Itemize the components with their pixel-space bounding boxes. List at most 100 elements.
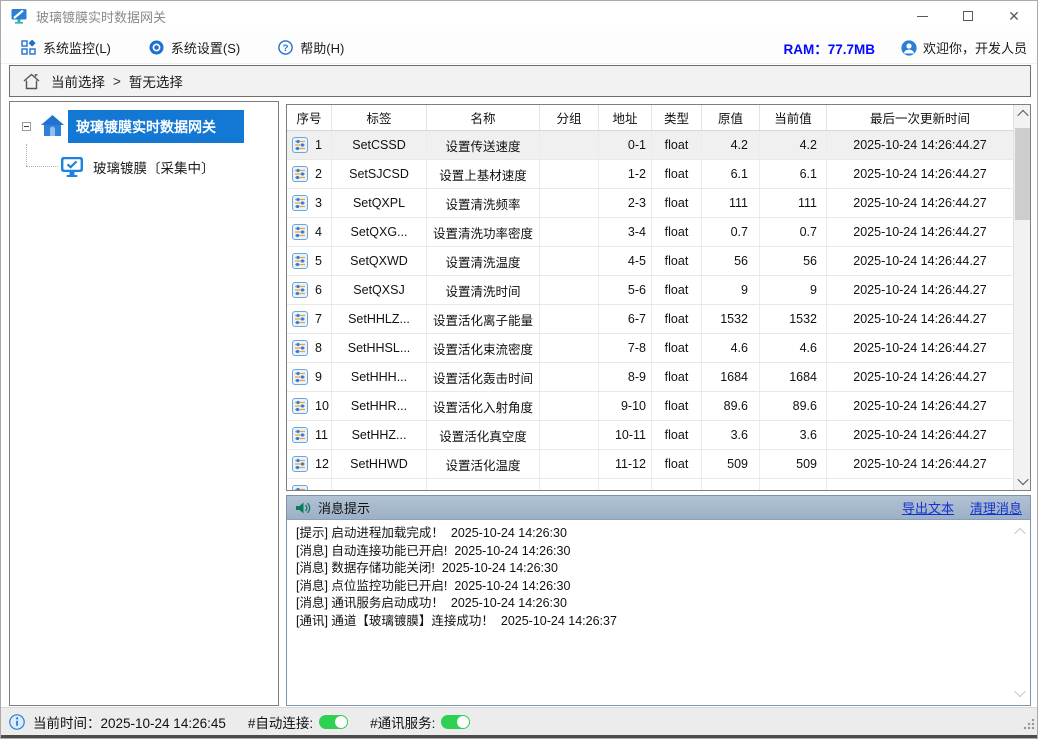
table-row[interactable]: 11 SetHHZ... 设置活化真空度 10-11 float 3.6 3.6… xyxy=(287,421,1014,450)
cell-orig-value: 4.6 xyxy=(702,334,760,362)
device-tree-panel: 玻璃镀膜实时数据网关 玻璃镀膜〔采集中〕 xyxy=(9,101,279,706)
message-line: [通讯] 通道【玻璃镀膜】连接成功！ 2025-10-24 14:26:37 xyxy=(296,613,1021,631)
scroll-up-button[interactable] xyxy=(1014,106,1031,122)
svg-text:?: ? xyxy=(283,43,289,54)
cell-address: 2-3 xyxy=(599,189,652,217)
cell-orig-value: 9 xyxy=(702,276,760,304)
point-icon xyxy=(292,253,308,269)
point-icon xyxy=(292,456,308,472)
cell-current-value: 1532 xyxy=(760,305,827,333)
cell-type: float xyxy=(652,305,702,333)
message-line: [消息] 点位监控功能已开启! 2025-10-24 14:26:30 xyxy=(296,578,1021,596)
export-text-link[interactable]: 导出文本 xyxy=(902,498,954,517)
cell-address: 4-5 xyxy=(599,247,652,275)
help-icon: ? xyxy=(278,40,293,55)
cell-last-update: 2025-10-24 14:26:44.27 xyxy=(827,131,1014,159)
tree-root-node[interactable]: 玻璃镀膜实时数据网关 xyxy=(10,110,278,143)
cell-address: 9-10 xyxy=(599,392,652,420)
cell-group xyxy=(540,450,599,478)
maximize-icon xyxy=(963,11,973,21)
point-icon xyxy=(292,369,308,385)
table-row[interactable]: 6 SetQXSJ 设置清洗时间 5-6 float 9 9 2025-10-2… xyxy=(287,276,1014,305)
table-row[interactable]: 9 SetHHH... 设置活化轰击时间 8-9 float 1684 1684… xyxy=(287,363,1014,392)
table-row[interactable]: 1 SetCSSD 设置传送速度 0-1 float 4.2 4.2 2025-… xyxy=(287,131,1014,160)
cell-last-update: 2025-10-24 14:26:44.27 xyxy=(827,392,1014,420)
point-icon xyxy=(292,311,308,327)
cell-name: 设置上基材速度 xyxy=(427,160,540,188)
table-row[interactable]: 12 SetHHWD 设置活化温度 11-12 float 509 509 20… xyxy=(287,450,1014,479)
cell-address: 3-4 xyxy=(599,218,652,246)
cell-type: float xyxy=(652,450,702,478)
breadcrumb-prefix: 当前选择 xyxy=(51,71,105,91)
welcome-area: 欢迎你，开发人员 xyxy=(901,38,1027,57)
cell-tag: SetQXPL xyxy=(332,189,427,217)
menu-system-monitor[interactable]: 系统监控(L) xyxy=(15,34,117,61)
message-scroll-down-icon xyxy=(1014,686,1025,697)
header-current-value[interactable]: 当前值 xyxy=(760,105,827,130)
message-log[interactable]: [提示] 启动进程加载完成！ 2025-10-24 14:26:30 [消息] … xyxy=(287,520,1030,705)
header-no[interactable]: 序号 xyxy=(287,105,332,130)
table-scrollbar[interactable] xyxy=(1013,105,1030,490)
header-last-update[interactable]: 最后一次更新时间 xyxy=(827,105,1014,130)
cell-group xyxy=(540,421,599,449)
cell-name: 设置清洗频率 xyxy=(427,189,540,217)
chevron-down-icon xyxy=(1017,474,1028,485)
scroll-down-button[interactable] xyxy=(1014,473,1031,489)
auto-connect-toggle[interactable] xyxy=(319,715,348,729)
cell-last-update: 2025-10-24 14:26:44.27 xyxy=(827,160,1014,188)
cell-tag: SetSJCSD xyxy=(332,160,427,188)
menu-system-settings[interactable]: 系统设置(S) xyxy=(143,34,246,61)
message-panel-title: 消息提示 xyxy=(318,498,370,517)
header-tag[interactable]: 标签 xyxy=(332,105,427,130)
cell-orig-value: 3.6 xyxy=(702,421,760,449)
cell-name: 设置活化真空度 xyxy=(427,421,540,449)
header-name[interactable]: 名称 xyxy=(427,105,540,130)
table-row[interactable]: 3 SetQXPL 设置清洗频率 2-3 float 111 111 2025-… xyxy=(287,189,1014,218)
message-line: [消息] 通讯服务启动成功！ 2025-10-24 14:26:30 xyxy=(296,595,1021,613)
header-type[interactable]: 类型 xyxy=(652,105,702,130)
minimize-button[interactable] xyxy=(899,1,945,31)
tree-channel-label: 玻璃镀膜〔采集中〕 xyxy=(93,157,215,177)
header-group[interactable]: 分组 xyxy=(540,105,599,130)
resize-grip[interactable] xyxy=(1023,718,1035,730)
tree-collapse-icon[interactable] xyxy=(22,122,31,131)
point-icon xyxy=(292,195,308,211)
cell-no: 8 xyxy=(287,334,332,362)
cell-group xyxy=(540,160,599,188)
table-row[interactable]: 2 SetSJCSD 设置上基材速度 1-2 float 6.1 6.1 202… xyxy=(287,160,1014,189)
breadcrumb-separator: > xyxy=(113,74,121,89)
cell-no: 10 xyxy=(287,392,332,420)
cell-no: 12 xyxy=(287,450,332,478)
clear-messages-link[interactable]: 清理消息 xyxy=(970,498,1022,517)
cell-address: 8-9 xyxy=(599,363,652,391)
tree-root-label[interactable]: 玻璃镀膜实时数据网关 xyxy=(68,110,244,143)
close-button[interactable]: ✕ xyxy=(991,1,1037,31)
cell-no: 6 xyxy=(287,276,332,304)
table-row[interactable]: 5 SetQXWD 设置清洗温度 4-5 float 56 56 2025-10… xyxy=(287,247,1014,276)
cell-address: 5-6 xyxy=(599,276,652,304)
message-panel-header: 消息提示 导出文本 清理消息 xyxy=(287,496,1030,520)
message-line: [消息] 数据存储功能关闭! 2025-10-24 14:26:30 xyxy=(296,560,1021,578)
comm-service-status: #通讯服务: xyxy=(370,712,470,732)
table-row[interactable]: 10 SetHHR... 设置活化入射角度 9-10 float 89.6 89… xyxy=(287,392,1014,421)
cell-type: float xyxy=(652,131,702,159)
tree-channel-node[interactable]: 玻璃镀膜〔采集中〕 xyxy=(60,152,215,182)
comm-service-toggle[interactable] xyxy=(441,715,470,729)
scrollbar-thumb[interactable] xyxy=(1015,128,1030,220)
table-row[interactable]: 4 SetQXG... 设置清洗功率密度 3-4 float 0.7 0.7 2… xyxy=(287,218,1014,247)
maximize-button[interactable] xyxy=(945,1,991,31)
cell-tag: SetHHLZ... xyxy=(332,305,427,333)
table-row[interactable]: 7 SetHHLZ... 设置活化离子能量 6-7 float 1532 153… xyxy=(287,305,1014,334)
comm-service-label: #通讯服务: xyxy=(370,712,435,732)
cell-current-value: 89.6 xyxy=(760,392,827,420)
cell-tag: SetHHWD xyxy=(332,450,427,478)
cell-current-value: 6.1 xyxy=(760,160,827,188)
cell-tag: SetHHZ... xyxy=(332,421,427,449)
info-icon xyxy=(9,714,25,730)
cell-last-update: 2025-10-24 14:26:44.27 xyxy=(827,421,1014,449)
channel-monitor-icon xyxy=(60,156,84,178)
header-address[interactable]: 地址 xyxy=(599,105,652,130)
header-orig-value[interactable]: 原值 xyxy=(702,105,760,130)
menu-help[interactable]: ? 帮助(H) xyxy=(272,34,350,61)
table-row[interactable]: 8 SetHHSL... 设置活化束流密度 7-8 float 4.6 4.6 … xyxy=(287,334,1014,363)
